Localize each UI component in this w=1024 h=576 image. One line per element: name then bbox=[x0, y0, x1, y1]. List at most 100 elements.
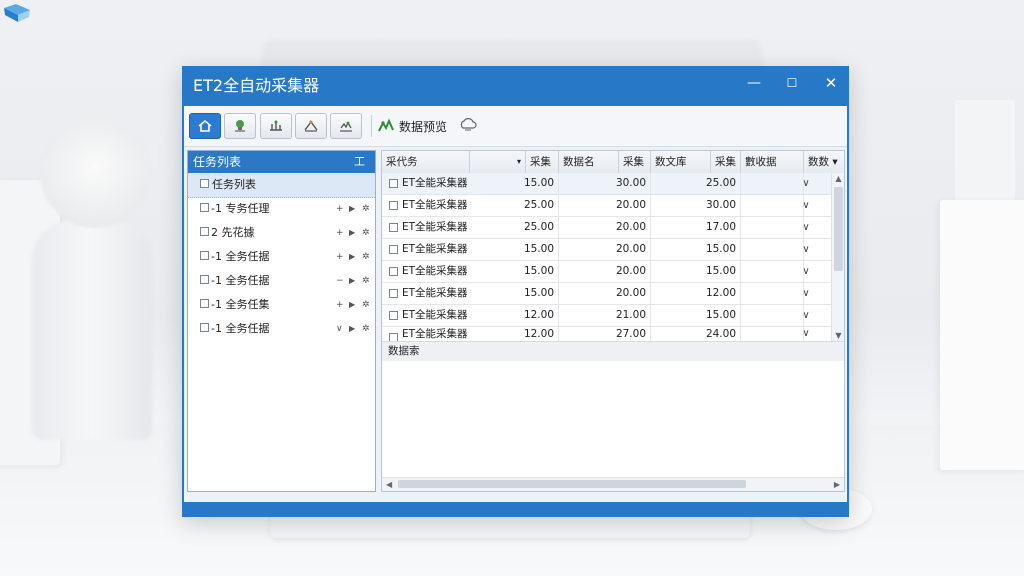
task-checkbox[interactable] bbox=[200, 227, 209, 236]
title-bar[interactable]: ET2全自动采集器 — ☐ ✕ bbox=[182, 66, 849, 106]
scroll-right-icon[interactable]: ▶ bbox=[834, 478, 840, 491]
row-value-1: 12.00 bbox=[470, 305, 559, 326]
column-header[interactable]: 数数 ▾ bbox=[804, 151, 844, 173]
task-item[interactable]: 任务列表 bbox=[188, 173, 375, 198]
task-item[interactable]: -1 专务任理 + ▶ ✲ bbox=[188, 197, 375, 221]
task-panel-title: 任务列表 bbox=[193, 155, 242, 169]
task-label: -1 专务任理 bbox=[211, 202, 270, 215]
chevron-down-icon[interactable]: ∨ bbox=[786, 195, 826, 216]
grid-tool-icon bbox=[270, 120, 282, 131]
row-value-2: 20.00 bbox=[559, 217, 651, 238]
chevron-down-icon[interactable]: ∨ bbox=[786, 217, 826, 238]
task-item[interactable]: 2 先花據 + ▶ ✲ bbox=[188, 221, 375, 245]
task-checkbox[interactable] bbox=[200, 251, 209, 260]
settings-icon[interactable]: ✲ bbox=[362, 322, 370, 336]
settings-icon[interactable]: ✲ bbox=[362, 250, 370, 264]
row-value-1: 25.00 bbox=[470, 217, 559, 238]
table-row[interactable]: ET全能采集器 12.00 27.00 24.00 ∨ bbox=[382, 327, 831, 342]
row-name: ET全能采集器 bbox=[402, 309, 468, 321]
play-icon[interactable]: ▶ bbox=[349, 202, 355, 216]
table-row[interactable]: ET全能采集器 15.00 30.00 25.00 ∨ bbox=[382, 173, 831, 195]
row-name: ET全能采集器 bbox=[402, 199, 468, 211]
task-item[interactable]: -1 全务任据 ∨ ▶ ✲ bbox=[188, 317, 375, 341]
row-name: ET全能采集器 bbox=[402, 265, 468, 277]
row-name: ET全能采集器 bbox=[402, 243, 468, 255]
row-value-2: 27.00 bbox=[559, 327, 651, 341]
chevron-down-icon[interactable]: ∨ bbox=[786, 283, 826, 304]
table-row[interactable]: ET全能采集器 15.00 20.00 12.00 ∨ bbox=[382, 283, 831, 305]
column-header[interactable]: 采代务 bbox=[382, 151, 470, 173]
data-preview-label: 数据预览 bbox=[399, 119, 448, 134]
row-name: ET全能采集器 bbox=[402, 287, 468, 299]
column-header[interactable]: 采集 bbox=[526, 151, 559, 173]
task-item[interactable]: -1 全务任集 + ▶ ✲ bbox=[188, 293, 375, 317]
sort-dropdown-icon[interactable]: ▾ bbox=[470, 151, 526, 173]
column-header[interactable]: 數收据 bbox=[741, 151, 804, 173]
maximize-button[interactable]: ☐ bbox=[781, 72, 803, 94]
chevron-down-icon[interactable]: ∨ bbox=[786, 261, 826, 282]
column-header[interactable]: 采集 bbox=[619, 151, 651, 173]
table-row[interactable]: ET全能采集器 25.00 20.00 17.00 ∨ bbox=[382, 217, 831, 239]
data-section-label: 数据索 bbox=[382, 341, 844, 361]
figure-head-backdrop bbox=[40, 118, 150, 228]
play-icon[interactable]: ▶ bbox=[349, 226, 355, 240]
scroll-left-icon[interactable]: ◀ bbox=[386, 478, 392, 491]
cloud-icon[interactable] bbox=[459, 117, 477, 133]
chevron-down-icon[interactable]: ∨ bbox=[786, 239, 826, 260]
home-button[interactable] bbox=[189, 113, 221, 139]
row-name: ET全能采集器 bbox=[402, 328, 468, 340]
add-icon[interactable]: + bbox=[336, 202, 344, 216]
row-value-1: 15.00 bbox=[470, 261, 559, 282]
settings-icon[interactable]: ✲ bbox=[362, 226, 370, 240]
scroll-up-icon[interactable]: ▲ bbox=[832, 174, 844, 183]
horizontal-scrollbar[interactable]: ◀ ▶ bbox=[382, 477, 844, 491]
chevron-down-icon[interactable]: ∨ bbox=[786, 305, 826, 326]
table-row[interactable]: ET全能采集器 12.00 21.00 15.00 ∨ bbox=[382, 305, 831, 327]
gather-button[interactable] bbox=[330, 113, 362, 139]
peak-button[interactable] bbox=[295, 113, 327, 139]
scroll-down-icon[interactable]: ▼ bbox=[832, 331, 844, 340]
table-row[interactable]: ET全能采集器 25.00 20.00 30.00 ∨ bbox=[382, 195, 831, 217]
add-icon[interactable]: + bbox=[336, 226, 344, 240]
row-value-3: 12.00 bbox=[651, 283, 741, 304]
column-header[interactable]: 采集 bbox=[711, 151, 741, 173]
task-item[interactable]: -1 全务任据 − ▶ ✲ bbox=[188, 269, 375, 293]
play-icon[interactable]: ▶ bbox=[349, 322, 355, 336]
panel-toggle-icon[interactable]: 工 bbox=[354, 151, 365, 173]
chevron-down-icon[interactable]: ∨ bbox=[786, 173, 826, 194]
add-icon[interactable]: + bbox=[336, 250, 344, 264]
table-row[interactable]: ET全能采集器 15.00 20.00 15.00 ∨ bbox=[382, 239, 831, 261]
task-item[interactable]: -1 全务任据 + ▶ ✲ bbox=[188, 245, 375, 269]
play-icon[interactable]: ▶ bbox=[349, 274, 355, 288]
task-checkbox[interactable] bbox=[200, 179, 209, 188]
data-grid: 采代务 ▾ 采集 数据名 采集 数文库 采集 數收据 数数 ▾ ET全能采集器 … bbox=[381, 150, 845, 492]
table-row[interactable]: ET全能采集器 15.00 20.00 15.00 ∨ bbox=[382, 261, 831, 283]
chevron-down-icon[interactable]: ∨ bbox=[336, 322, 343, 336]
minimize-button[interactable]: — bbox=[743, 72, 765, 94]
scroll-thumb[interactable] bbox=[834, 187, 843, 271]
app-window: ET2全自动采集器 — ☐ ✕ 数据预览 任务列表 工 任务列表 -1 专务任理… bbox=[182, 66, 849, 517]
horizontal-scroll-thumb[interactable] bbox=[398, 480, 746, 488]
column-header[interactable]: 数据名 bbox=[559, 151, 619, 173]
grid-tool-button[interactable] bbox=[260, 113, 292, 139]
task-checkbox[interactable] bbox=[200, 203, 209, 212]
close-button[interactable]: ✕ bbox=[820, 72, 842, 94]
vertical-scrollbar[interactable]: ▲ ▼ bbox=[831, 173, 844, 341]
row-value-1: 15.00 bbox=[470, 283, 559, 304]
settings-icon[interactable]: ✲ bbox=[362, 298, 370, 312]
toolbar-separator bbox=[371, 115, 372, 137]
task-checkbox[interactable] bbox=[200, 299, 209, 308]
chevron-down-icon[interactable]: ∨ bbox=[786, 327, 826, 341]
task-checkbox[interactable] bbox=[200, 275, 209, 284]
minus-icon[interactable]: − bbox=[336, 274, 344, 288]
task-checkbox[interactable] bbox=[200, 323, 209, 332]
add-icon[interactable]: + bbox=[336, 298, 344, 312]
task-label: 任务列表 bbox=[212, 178, 256, 191]
column-header[interactable]: 数文库 bbox=[651, 151, 711, 173]
settings-icon[interactable]: ✲ bbox=[362, 274, 370, 288]
settings-icon[interactable]: ✲ bbox=[362, 202, 370, 216]
data-preview-button[interactable]: 数据预览 bbox=[377, 114, 447, 138]
play-icon[interactable]: ▶ bbox=[349, 250, 355, 264]
play-icon[interactable]: ▶ bbox=[349, 298, 355, 312]
tree-button[interactable] bbox=[224, 113, 256, 139]
